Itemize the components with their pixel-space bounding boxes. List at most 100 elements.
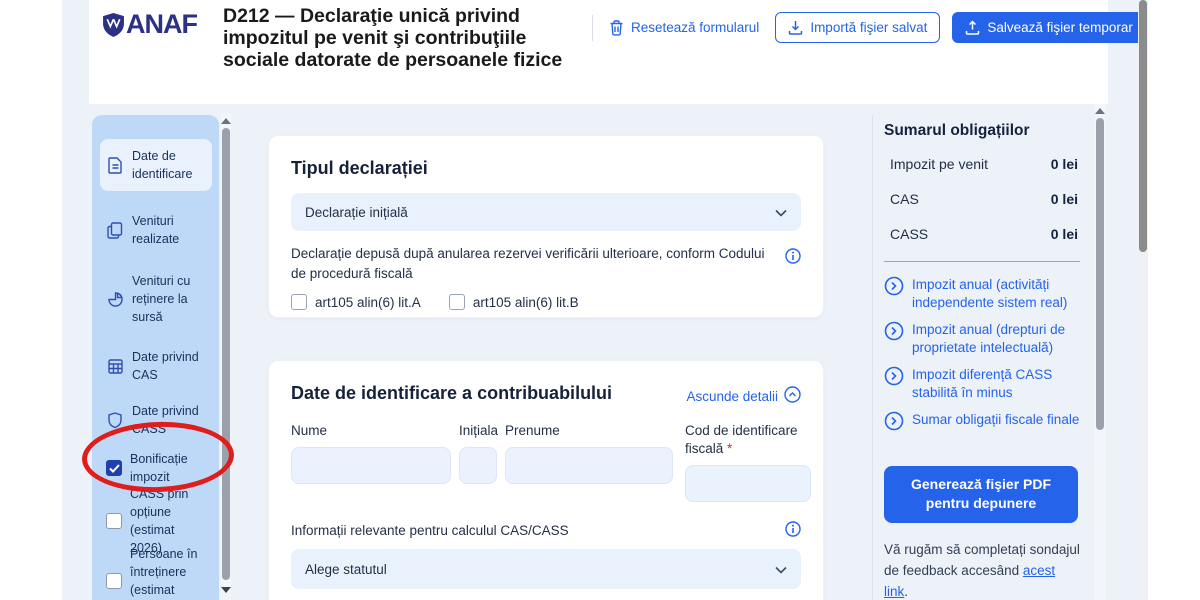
scroll-up-arrow-icon[interactable] bbox=[1095, 108, 1105, 114]
sidebar-item-label: Venituri realizate bbox=[132, 212, 206, 248]
circle-arrow-right-icon bbox=[884, 276, 904, 301]
declaration-type-select-value: Declarație inițială bbox=[305, 205, 408, 220]
trash-icon bbox=[609, 20, 624, 36]
circle-arrow-right-icon bbox=[884, 366, 904, 391]
header-actions: Resetează formularul Importă fişier salv… bbox=[605, 12, 1146, 43]
art105-lit-b-checkbox[interactable]: art105 alin(6) lit.B bbox=[449, 294, 579, 310]
link-impozit-drepturi-proprietate[interactable]: Impozit anual (drepturi de proprietate i… bbox=[884, 321, 1080, 356]
window-scrollbar[interactable] bbox=[1138, 0, 1148, 600]
anaf-logo: ANAF bbox=[103, 9, 197, 40]
initiala-input[interactable] bbox=[459, 447, 497, 484]
identification-card: Date de identificare a contribuabilului … bbox=[268, 360, 824, 600]
field-prenume: Prenume bbox=[505, 422, 673, 484]
checkbox-box[interactable] bbox=[449, 294, 465, 310]
sidebar-item-date-identificare[interactable]: Date de identificare bbox=[100, 139, 212, 191]
download-icon bbox=[788, 20, 803, 35]
shield-icon bbox=[106, 412, 124, 428]
summary-link-label: Impozit anual (drepturi de proprietate i… bbox=[912, 321, 1080, 356]
info-icon[interactable] bbox=[785, 521, 801, 540]
cif-input[interactable] bbox=[685, 465, 811, 502]
table-icon bbox=[106, 359, 124, 374]
summary-divider bbox=[884, 261, 1080, 262]
checkbox-box[interactable] bbox=[291, 294, 307, 310]
sidebar-item-cass-prin-optiune[interactable]: CASS prin opțiune (estimat 2026) bbox=[100, 491, 212, 551]
persoane-intretinere-checkbox[interactable] bbox=[106, 573, 122, 589]
sidebar-scrollbar-thumb[interactable] bbox=[222, 128, 230, 580]
link-sumar-obligatii-finale[interactable]: Sumar obligații fiscale finale bbox=[884, 411, 1080, 436]
declaration-type-title: Tipul declarației bbox=[291, 158, 801, 179]
sidebar-nav: Date de identificare Venituri realizate … bbox=[92, 115, 219, 600]
save-temp-file-button[interactable]: Salvează fişier temporar bbox=[952, 12, 1146, 43]
art105-lit-a-checkbox[interactable]: art105 alin(6) lit.A bbox=[291, 294, 421, 310]
scroll-up-arrow-icon[interactable] bbox=[221, 118, 231, 124]
content-scrollbar-thumb[interactable] bbox=[1096, 118, 1104, 430]
circle-chevron-up-icon bbox=[784, 386, 801, 406]
anaf-logo-text: ANAF bbox=[126, 9, 197, 40]
sidebar-item-label: Bonificație impozit bbox=[130, 450, 206, 486]
reset-form-button[interactable]: Resetează formularul bbox=[605, 14, 763, 42]
sidebar-item-date-cas[interactable]: Date privind CAS bbox=[100, 341, 212, 391]
field-initiala: Inițiala bbox=[459, 422, 497, 484]
sidebar-item-venituri-retinere-sursa[interactable]: Venituri cu reținere la sursă bbox=[100, 265, 212, 333]
sidebar-item-date-cass[interactable]: Date privind CASS bbox=[100, 395, 212, 445]
bonificatie-checkbox-checked[interactable] bbox=[106, 460, 122, 476]
summary-row-label: CAS bbox=[890, 191, 919, 207]
scroll-down-arrow-icon[interactable] bbox=[221, 587, 231, 593]
sidebar-scrollbar[interactable] bbox=[221, 113, 231, 600]
summary-row-label: CASS bbox=[890, 226, 928, 242]
summary-title: Sumarul obligațiilor bbox=[884, 122, 1080, 140]
declaration-note-text: Declarație depusă după anularea rezervei… bbox=[291, 244, 771, 283]
sidebar-item-label: Persoane în întreținere (estimat 2026) bbox=[130, 545, 206, 600]
sidebar-item-venituri-realizate[interactable]: Venituri realizate bbox=[100, 205, 212, 255]
declaration-type-card: Tipul declarației Declarație inițială De… bbox=[268, 135, 824, 318]
cif-label: Cod de identificare fiscală * bbox=[685, 422, 811, 458]
prenume-input[interactable] bbox=[505, 447, 673, 484]
import-file-label: Importă fişier salvat bbox=[810, 20, 927, 35]
sidebar-item-label: Venituri cu reținere la sursă bbox=[132, 272, 206, 326]
art105-lit-a-label: art105 alin(6) lit.A bbox=[315, 295, 421, 310]
status-select[interactable]: Alege statutul bbox=[291, 549, 801, 589]
initiala-label: Inițiala bbox=[459, 422, 497, 440]
summary-row-impozit: Impozit pe venit 0 lei bbox=[884, 156, 1080, 172]
generate-pdf-button[interactable]: Generează fişier PDF pentru depunere bbox=[884, 466, 1078, 523]
window-scrollbar-thumb[interactable] bbox=[1139, 0, 1147, 252]
feedback-text: Vă rugăm să completați sondajul de feedb… bbox=[884, 540, 1080, 600]
link-impozit-activitati-independente[interactable]: Impozit anual (activități independente s… bbox=[884, 276, 1080, 311]
info-icon[interactable] bbox=[785, 248, 801, 269]
hide-details-link[interactable]: Ascunde detalii bbox=[686, 386, 801, 406]
pie-chart-icon bbox=[106, 292, 124, 307]
field-nume: Nume bbox=[291, 422, 451, 484]
link-impozit-diferenta-cass[interactable]: Impozit diferență CASS stabilită în minu… bbox=[884, 366, 1080, 401]
cass-optiune-checkbox[interactable] bbox=[106, 513, 122, 529]
summary-row-value: 0 lei bbox=[1051, 191, 1078, 207]
sidebar-item-label: Date privind CASS bbox=[132, 402, 206, 438]
summary-row-label: Impozit pe venit bbox=[890, 156, 988, 172]
summary-row-value: 0 lei bbox=[1051, 226, 1078, 242]
name-fields-row: Nume Inițiala Prenume Cod de identificar… bbox=[291, 422, 801, 502]
sidebar-item-persoane-intretinere[interactable]: Persoane în întreținere (estimat 2026) bbox=[100, 551, 212, 600]
app-header: ANAF D212 — Declaraţie unică privind imp… bbox=[89, 0, 1108, 104]
import-file-button[interactable]: Importă fişier salvat bbox=[775, 12, 940, 43]
document-icon bbox=[106, 157, 124, 174]
upload-icon bbox=[965, 20, 980, 35]
nume-input[interactable] bbox=[291, 447, 451, 484]
cas-info-label: Informații relevante pentru calculul CAS… bbox=[291, 523, 569, 538]
app-background: ANAF D212 — Declaraţie unică privind imp… bbox=[62, 0, 1148, 600]
declaration-type-select[interactable]: Declarație inițială bbox=[291, 193, 801, 231]
required-asterisk: * bbox=[727, 441, 732, 456]
header-divider bbox=[592, 15, 593, 41]
circle-arrow-right-icon bbox=[884, 321, 904, 346]
summary-link-label: Impozit anual (activități independente s… bbox=[912, 276, 1080, 311]
save-temp-file-label: Salvează fişier temporar bbox=[987, 20, 1133, 35]
reset-form-label: Resetează formularul bbox=[631, 20, 759, 35]
content-scrollbar[interactable] bbox=[1095, 104, 1105, 600]
summary-row-value: 0 lei bbox=[1051, 156, 1078, 172]
chevron-down-icon bbox=[775, 562, 787, 577]
summary-row-cas: CAS 0 lei bbox=[884, 191, 1080, 207]
identification-title: Date de identificare a contribuabilului bbox=[291, 383, 612, 404]
anaf-shield-icon bbox=[103, 13, 124, 37]
prenume-label: Prenume bbox=[505, 422, 673, 440]
art105-checkbox-row: art105 alin(6) lit.A art105 alin(6) lit.… bbox=[291, 294, 801, 310]
content-divider bbox=[872, 115, 873, 600]
summary-link-label: Sumar obligații fiscale finale bbox=[912, 411, 1079, 429]
